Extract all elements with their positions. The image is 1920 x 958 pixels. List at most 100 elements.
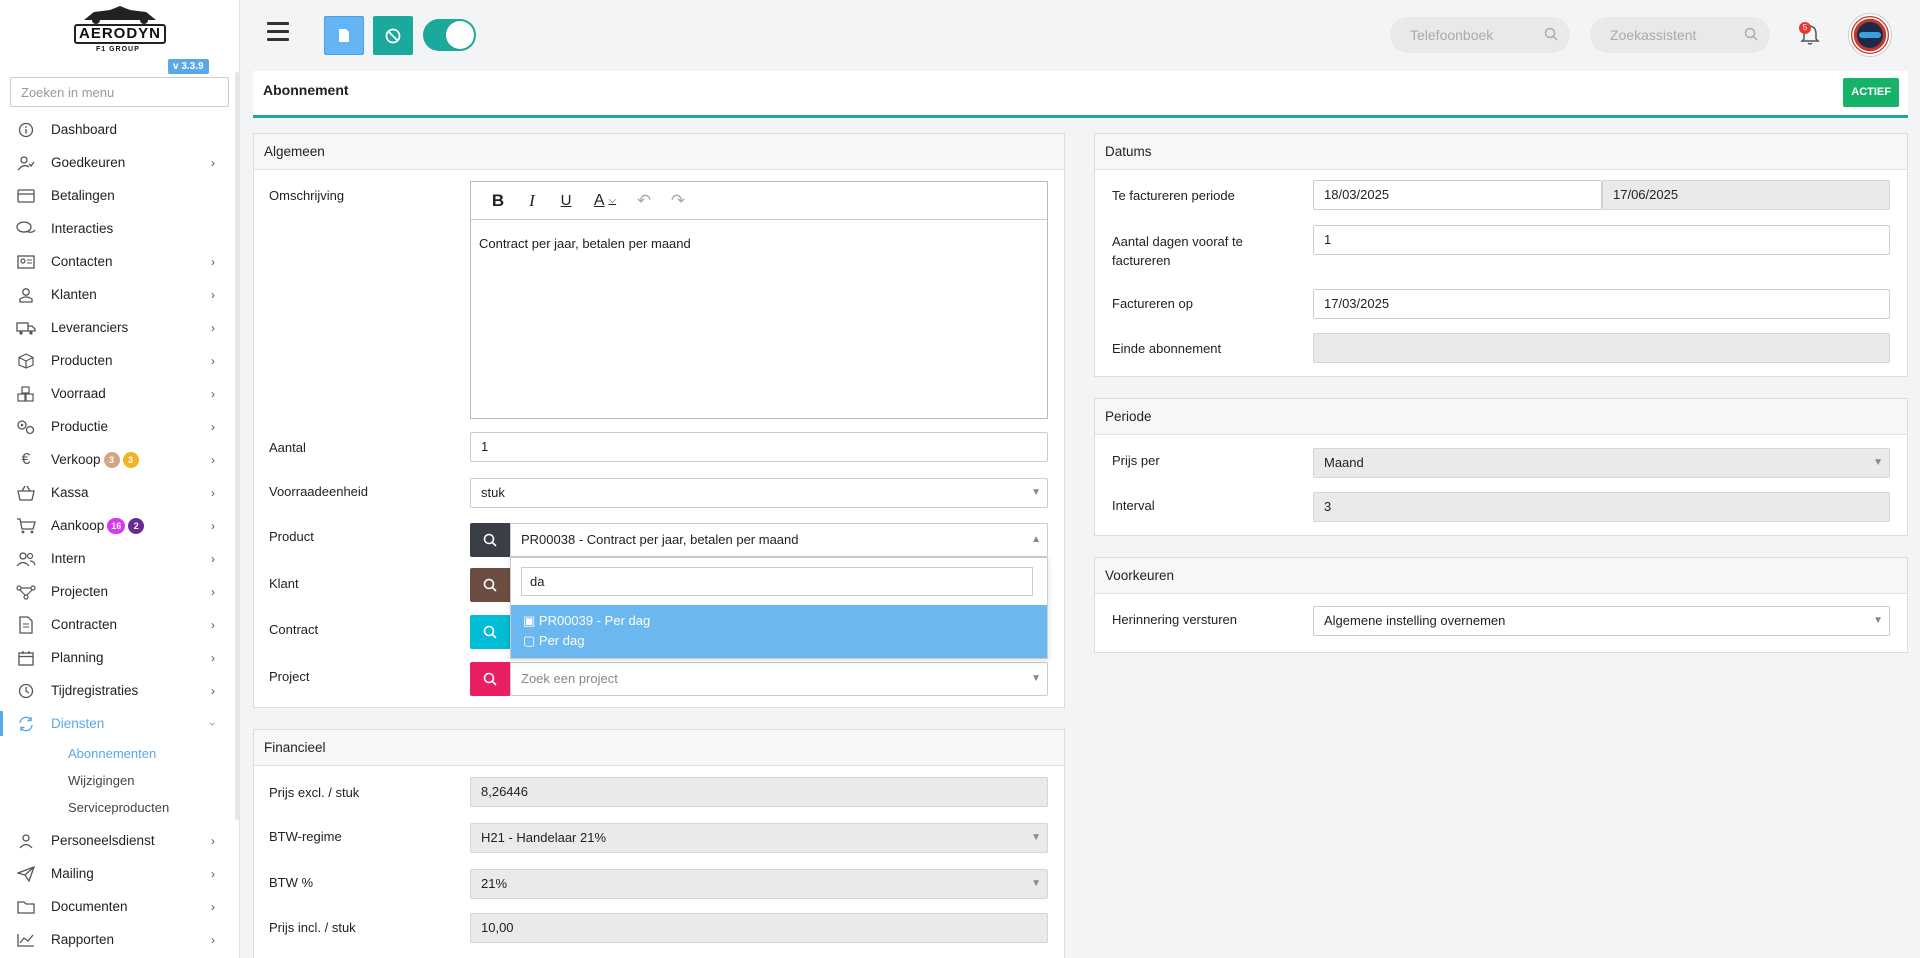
- sidebar-item-verkoop[interactable]: € Verkoop 3 3 ›: [0, 443, 235, 476]
- sidebar-item-tijdregistraties[interactable]: Tijdregistraties ›: [0, 674, 235, 707]
- italic-icon[interactable]: I: [515, 188, 549, 214]
- sidebar-item-producten[interactable]: Producten ›: [0, 344, 235, 377]
- sidebar-item-label: Leveranciers: [51, 320, 129, 335]
- text-color-icon[interactable]: A ⌵: [583, 188, 627, 214]
- aankoop-count-badge: 16: [107, 517, 126, 534]
- omschrijving-editor[interactable]: B I U A ⌵ ↶ ↷ Contract per jaar, betalen…: [470, 181, 1048, 419]
- klant-search-button[interactable]: [470, 568, 510, 602]
- search-icon: [483, 625, 497, 639]
- contract-label: Contract: [269, 622, 319, 637]
- prijs-per-select[interactable]: Maand ▼: [1313, 448, 1890, 478]
- product-select[interactable]: PR00038 - Contract per jaar, betalen per…: [510, 523, 1048, 557]
- dagen-vooraf-input[interactable]: 1: [1313, 225, 1890, 255]
- sidebar-item-label: Kassa: [51, 485, 89, 500]
- chevron-right-icon: ›: [211, 255, 215, 269]
- sidebar-item-intern[interactable]: Intern ›: [0, 542, 235, 575]
- project-search-button[interactable]: [470, 662, 510, 696]
- sidebar-item-personeelsdienst[interactable]: Personeelsdienst ›: [0, 824, 235, 857]
- sidebar-item-mailing[interactable]: Mailing ›: [0, 857, 235, 890]
- hamburger-menu-icon[interactable]: [267, 22, 289, 42]
- periode-start-input[interactable]: 18/03/2025: [1313, 180, 1602, 210]
- sidebar-item-documenten[interactable]: Documenten ›: [0, 890, 235, 923]
- truck-icon: [16, 320, 36, 336]
- sidebar-item-planning[interactable]: Planning ›: [0, 641, 235, 674]
- sidebar-item-label: Projecten: [51, 584, 109, 599]
- factureren-op-label: Factureren op: [1112, 296, 1193, 311]
- block-button[interactable]: [373, 16, 413, 55]
- prijs-excl-input[interactable]: 8,26446: [470, 777, 1048, 807]
- redo-icon[interactable]: ↷: [661, 188, 695, 214]
- voorraadeenheid-select[interactable]: stuk ▼: [470, 478, 1048, 508]
- sidebar-subitem-serviceproducten[interactable]: Serviceproducten: [0, 794, 235, 821]
- users-icon: [16, 551, 36, 567]
- topbar: [241, 0, 1920, 70]
- chevron-right-icon: ›: [211, 453, 215, 467]
- btw-pct-select[interactable]: 21% ▼: [470, 869, 1048, 899]
- product-search-button[interactable]: [470, 523, 510, 557]
- product-dropdown-option[interactable]: ▣ PR00039 - Per dag ▢ Per dag: [511, 605, 1047, 658]
- periode-end-input[interactable]: 17/06/2025: [1602, 180, 1890, 210]
- menu-search-input[interactable]: [10, 77, 229, 107]
- sidebar-item-projecten[interactable]: Projecten ›: [0, 575, 235, 608]
- chevron-right-icon: ›: [211, 420, 215, 434]
- sidebar-item-leveranciers[interactable]: Leveranciers ›: [0, 311, 235, 344]
- euro-icon: €: [21, 450, 31, 468]
- einde-abonnement-input[interactable]: [1313, 333, 1890, 363]
- folder-icon: [16, 899, 36, 915]
- undo-icon[interactable]: ↶: [627, 188, 661, 214]
- sidebar-item-kassa[interactable]: Kassa ›: [0, 476, 235, 509]
- sidebar-item-diensten[interactable]: Diensten ›: [0, 707, 235, 740]
- btw-regime-select[interactable]: H21 - Handelaar 21% ▼: [470, 823, 1048, 853]
- sidebar-item-contacten[interactable]: Contacten ›: [0, 245, 235, 278]
- chevron-right-icon: ›: [211, 354, 215, 368]
- aankoop-count-badge: 2: [128, 517, 145, 534]
- product-dropdown-search-input[interactable]: [521, 567, 1033, 596]
- sidebar-item-label: Aankoop: [51, 518, 105, 533]
- phonebook-search-input[interactable]: [1390, 17, 1570, 53]
- page-header: Abonnement ACTIEF: [253, 71, 1908, 118]
- omschrijving-text[interactable]: Contract per jaar, betalen per maand: [471, 220, 1047, 267]
- search-icon: [483, 578, 497, 592]
- prijs-per-value: Maand: [1324, 455, 1364, 470]
- sidebar-item-label: Personeelsdienst: [51, 833, 155, 848]
- document-button[interactable]: [324, 16, 364, 55]
- box-icon: ▣: [523, 613, 539, 628]
- active-toggle[interactable]: [423, 19, 476, 51]
- product-option-subtitle: ▢ Per dag: [523, 631, 1035, 651]
- sidebar-scrollbar[interactable]: [235, 72, 239, 820]
- sidebar-subitem-abonnementen[interactable]: Abonnementen: [0, 740, 235, 767]
- sidebar-item-contracten[interactable]: Contracten ›: [0, 608, 235, 641]
- factureren-op-input[interactable]: 17/03/2025: [1313, 289, 1890, 319]
- herinnering-select[interactable]: Algemene instelling overnemen ▼: [1313, 606, 1890, 636]
- sidebar-item-aankoop[interactable]: Aankoop 16 2 ›: [0, 509, 235, 542]
- bold-icon[interactable]: B: [481, 188, 515, 214]
- sidebar-item-label: Intern: [51, 551, 86, 566]
- interval-input[interactable]: 3: [1313, 492, 1890, 522]
- sidebar-item-interacties[interactable]: Interacties: [0, 212, 235, 245]
- contact-card-icon: [16, 254, 36, 270]
- sidebar-subitem-wijzigingen[interactable]: Wijzigingen: [0, 767, 235, 794]
- btw-pct-value: 21%: [481, 876, 508, 891]
- sidebar-item-productie[interactable]: Productie ›: [0, 410, 235, 443]
- avatar[interactable]: [1849, 14, 1891, 56]
- aantal-input[interactable]: 1: [470, 432, 1048, 462]
- sidebar-item-klanten[interactable]: Klanten ›: [0, 278, 235, 311]
- sidebar-item-label: Verkoop: [51, 452, 101, 467]
- sidebar-item-goedkeuren[interactable]: Goedkeuren ›: [0, 146, 235, 179]
- btw-regime-label: BTW-regime: [269, 829, 342, 844]
- sidebar-item-label: Klanten: [51, 287, 97, 302]
- contract-search-button[interactable]: [470, 615, 510, 649]
- sidebar-item-dashboard[interactable]: Dashboard: [0, 113, 235, 146]
- status-button[interactable]: ACTIEF: [1843, 78, 1899, 107]
- assistant-search-input[interactable]: [1590, 17, 1770, 53]
- chevron-right-icon: ›: [211, 834, 215, 848]
- sidebar-item-betalingen[interactable]: Betalingen: [0, 179, 235, 212]
- project-select[interactable]: Zoek een project ▼: [510, 662, 1048, 696]
- sidebar-item-voorraad[interactable]: Voorraad ›: [0, 377, 235, 410]
- avatar-helmet-icon: [1852, 17, 1888, 53]
- project-placeholder: Zoek een project: [521, 671, 618, 686]
- underline-icon[interactable]: U: [549, 188, 583, 214]
- chevron-down-icon: ▼: [1031, 487, 1041, 498]
- prijs-incl-input[interactable]: 10,00: [470, 913, 1048, 943]
- sidebar-item-rapporten[interactable]: Rapporten ›: [0, 923, 235, 956]
